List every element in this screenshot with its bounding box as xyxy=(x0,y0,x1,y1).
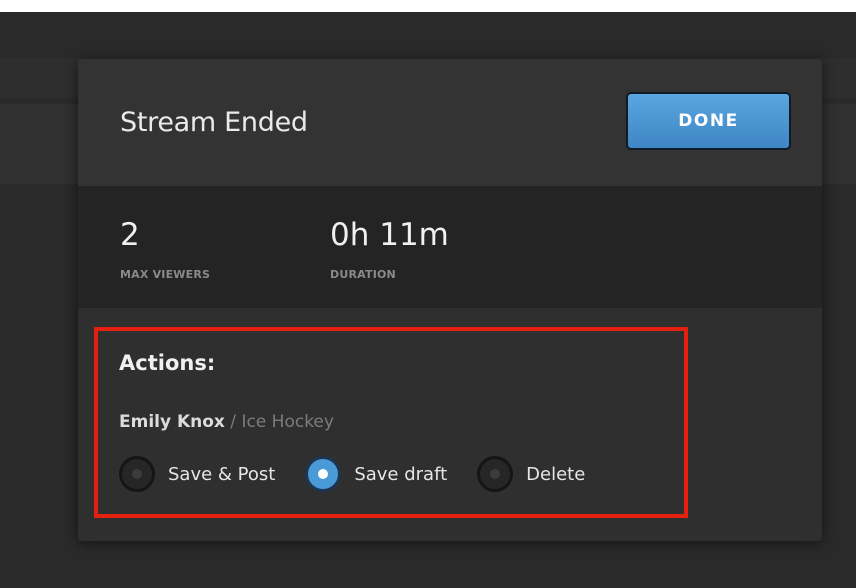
actions-heading: Actions: xyxy=(119,351,216,375)
save-draft-label: Save draft xyxy=(354,463,448,485)
save-and-post-option[interactable]: Save & Post xyxy=(119,456,275,492)
radio-dot-icon xyxy=(490,469,501,479)
stream-owner: Emily Knox xyxy=(119,412,225,432)
dialog-title: Stream Ended xyxy=(120,107,308,138)
delete-option[interactable]: Delete xyxy=(477,456,585,492)
stream-ended-dialog: Stream Ended DONE 2 MAX VIEWERS 0h 11m D… xyxy=(78,59,822,541)
radio-button[interactable] xyxy=(119,456,155,492)
radio-dot-icon xyxy=(318,469,329,479)
action-options: Save & Post Save draft Delete xyxy=(119,456,615,492)
save-draft-option[interactable]: Save draft xyxy=(305,456,447,492)
duration-label: DURATION xyxy=(330,268,396,281)
radio-button[interactable] xyxy=(477,456,514,492)
duration-value: 0h 11m xyxy=(330,217,449,253)
max-viewers-value: 2 xyxy=(120,217,140,253)
max-viewers-label: MAX VIEWERS xyxy=(120,268,211,281)
done-button[interactable]: DONE xyxy=(626,92,791,150)
actions-highlight-box: Actions: Emily Knox / Ice Hockey Save & … xyxy=(94,327,688,518)
stream-game: / Ice Hockey xyxy=(224,412,334,432)
radio-dot-icon xyxy=(132,469,142,479)
delete-label: Delete xyxy=(526,463,586,485)
duration-stat: 0h 11m DURATION xyxy=(330,217,449,281)
stream-stats: 2 MAX VIEWERS 0h 11m DURATION xyxy=(78,187,822,308)
save-and-post-label: Save & Post xyxy=(168,463,276,485)
top-edge xyxy=(0,0,856,12)
stream-info: Emily Knox / Ice Hockey xyxy=(119,412,334,432)
max-viewers-stat: 2 MAX VIEWERS xyxy=(120,217,210,281)
radio-button[interactable] xyxy=(305,456,342,492)
dialog-header: Stream Ended DONE xyxy=(78,59,822,187)
